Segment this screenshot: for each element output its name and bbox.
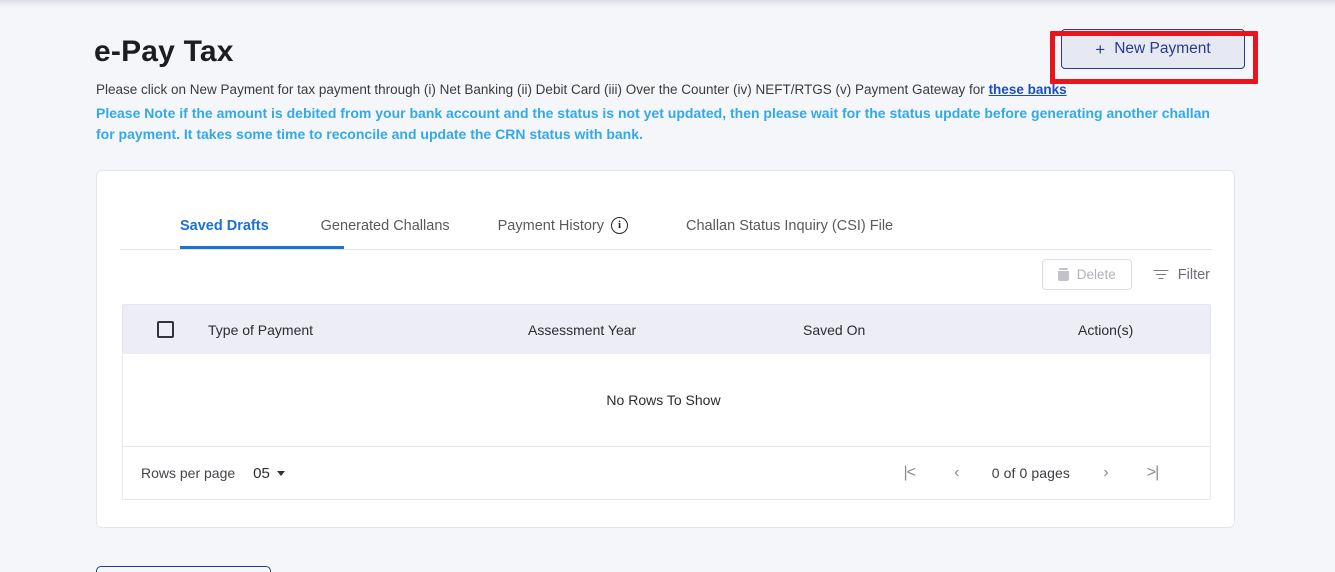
filter-icon	[1153, 269, 1169, 281]
column-header-actions[interactable]: Action(s)	[1078, 322, 1208, 338]
last-page-button[interactable]: >|	[1129, 464, 1176, 482]
select-all-checkbox[interactable]	[157, 321, 174, 338]
rows-per-page-value: 05	[253, 464, 270, 482]
column-header-assessment-year[interactable]: Assessment Year	[528, 322, 803, 338]
plus-icon: +	[1095, 39, 1106, 59]
trash-icon	[1057, 268, 1069, 281]
bottom-cutoff-button[interactable]	[96, 566, 271, 572]
empty-state-message: No Rows To Show	[606, 392, 721, 408]
pagination-controls: |< ‹ 0 of 0 pages › >|	[886, 464, 1176, 482]
info-icon[interactable]: i	[611, 217, 629, 234]
grid-body: No Rows To Show	[123, 354, 1210, 447]
these-banks-link[interactable]: these banks	[989, 82, 1067, 97]
new-payment-button[interactable]: + New Payment	[1061, 29, 1245, 69]
grid-footer: Rows per page 05 |< ‹ 0 of 0 pages › >|	[123, 447, 1210, 499]
new-payment-region: + New Payment	[1050, 29, 1258, 84]
tab-payment-history[interactable]: Payment History i	[497, 202, 629, 249]
content-card: Saved Drafts Generated Challans Payment …	[96, 170, 1235, 528]
page-description-text: Please click on New Payment for tax paym…	[96, 82, 989, 97]
rows-per-page-select[interactable]: 05	[253, 465, 285, 482]
tab-generated-challans[interactable]: Generated Challans	[321, 202, 450, 249]
saved-drafts-grid: Type of Payment Assessment Year Saved On…	[122, 304, 1211, 500]
previous-page-button[interactable]: ‹	[933, 464, 980, 482]
tab-generated-challans-label: Generated Challans	[320, 217, 450, 234]
grid-header-row: Type of Payment Assessment Year Saved On…	[123, 305, 1210, 354]
new-payment-label: New Payment	[1114, 40, 1211, 57]
page-status-label: 0 of 0 pages	[991, 465, 1070, 481]
tab-challan-status-inquiry-label: Challan Status Inquiry (CSI) File	[686, 217, 894, 234]
delete-button-label: Delete	[1076, 267, 1116, 282]
top-edge-shadow	[0, 0, 1335, 8]
first-page-button[interactable]: |<	[886, 464, 933, 482]
page-title: e-Pay Tax	[94, 35, 234, 68]
next-page-button[interactable]: ›	[1082, 464, 1129, 482]
select-all-cell	[123, 321, 208, 338]
column-header-type-of-payment[interactable]: Type of Payment	[208, 322, 528, 338]
filter-button[interactable]: Filter	[1153, 266, 1210, 283]
status-note: Please Note if the amount is debited fro…	[96, 105, 1210, 142]
tab-saved-drafts-label: Saved Drafts	[180, 217, 269, 234]
filter-button-label: Filter	[1177, 266, 1210, 283]
column-header-saved-on[interactable]: Saved On	[803, 322, 1078, 338]
chevron-down-icon	[276, 470, 285, 476]
delete-button[interactable]: Delete	[1041, 259, 1132, 290]
rows-per-page-control: Rows per page 05	[141, 465, 285, 482]
active-tab-underline	[180, 246, 344, 249]
grid-toolbar: Delete Filter	[1041, 259, 1210, 290]
page-root: e-Pay Tax Please click on New Payment fo…	[0, 0, 1335, 572]
tab-payment-history-label: Payment History	[497, 217, 605, 234]
page-description: Please click on New Payment for tax paym…	[96, 81, 1067, 99]
rows-per-page-label: Rows per page	[141, 465, 236, 481]
tab-saved-drafts[interactable]: Saved Drafts	[180, 202, 344, 249]
tab-challan-status-inquiry[interactable]: Challan Status Inquiry (CSI) File	[686, 202, 893, 249]
tab-bar: Saved Drafts Generated Challans Payment …	[120, 202, 1212, 250]
